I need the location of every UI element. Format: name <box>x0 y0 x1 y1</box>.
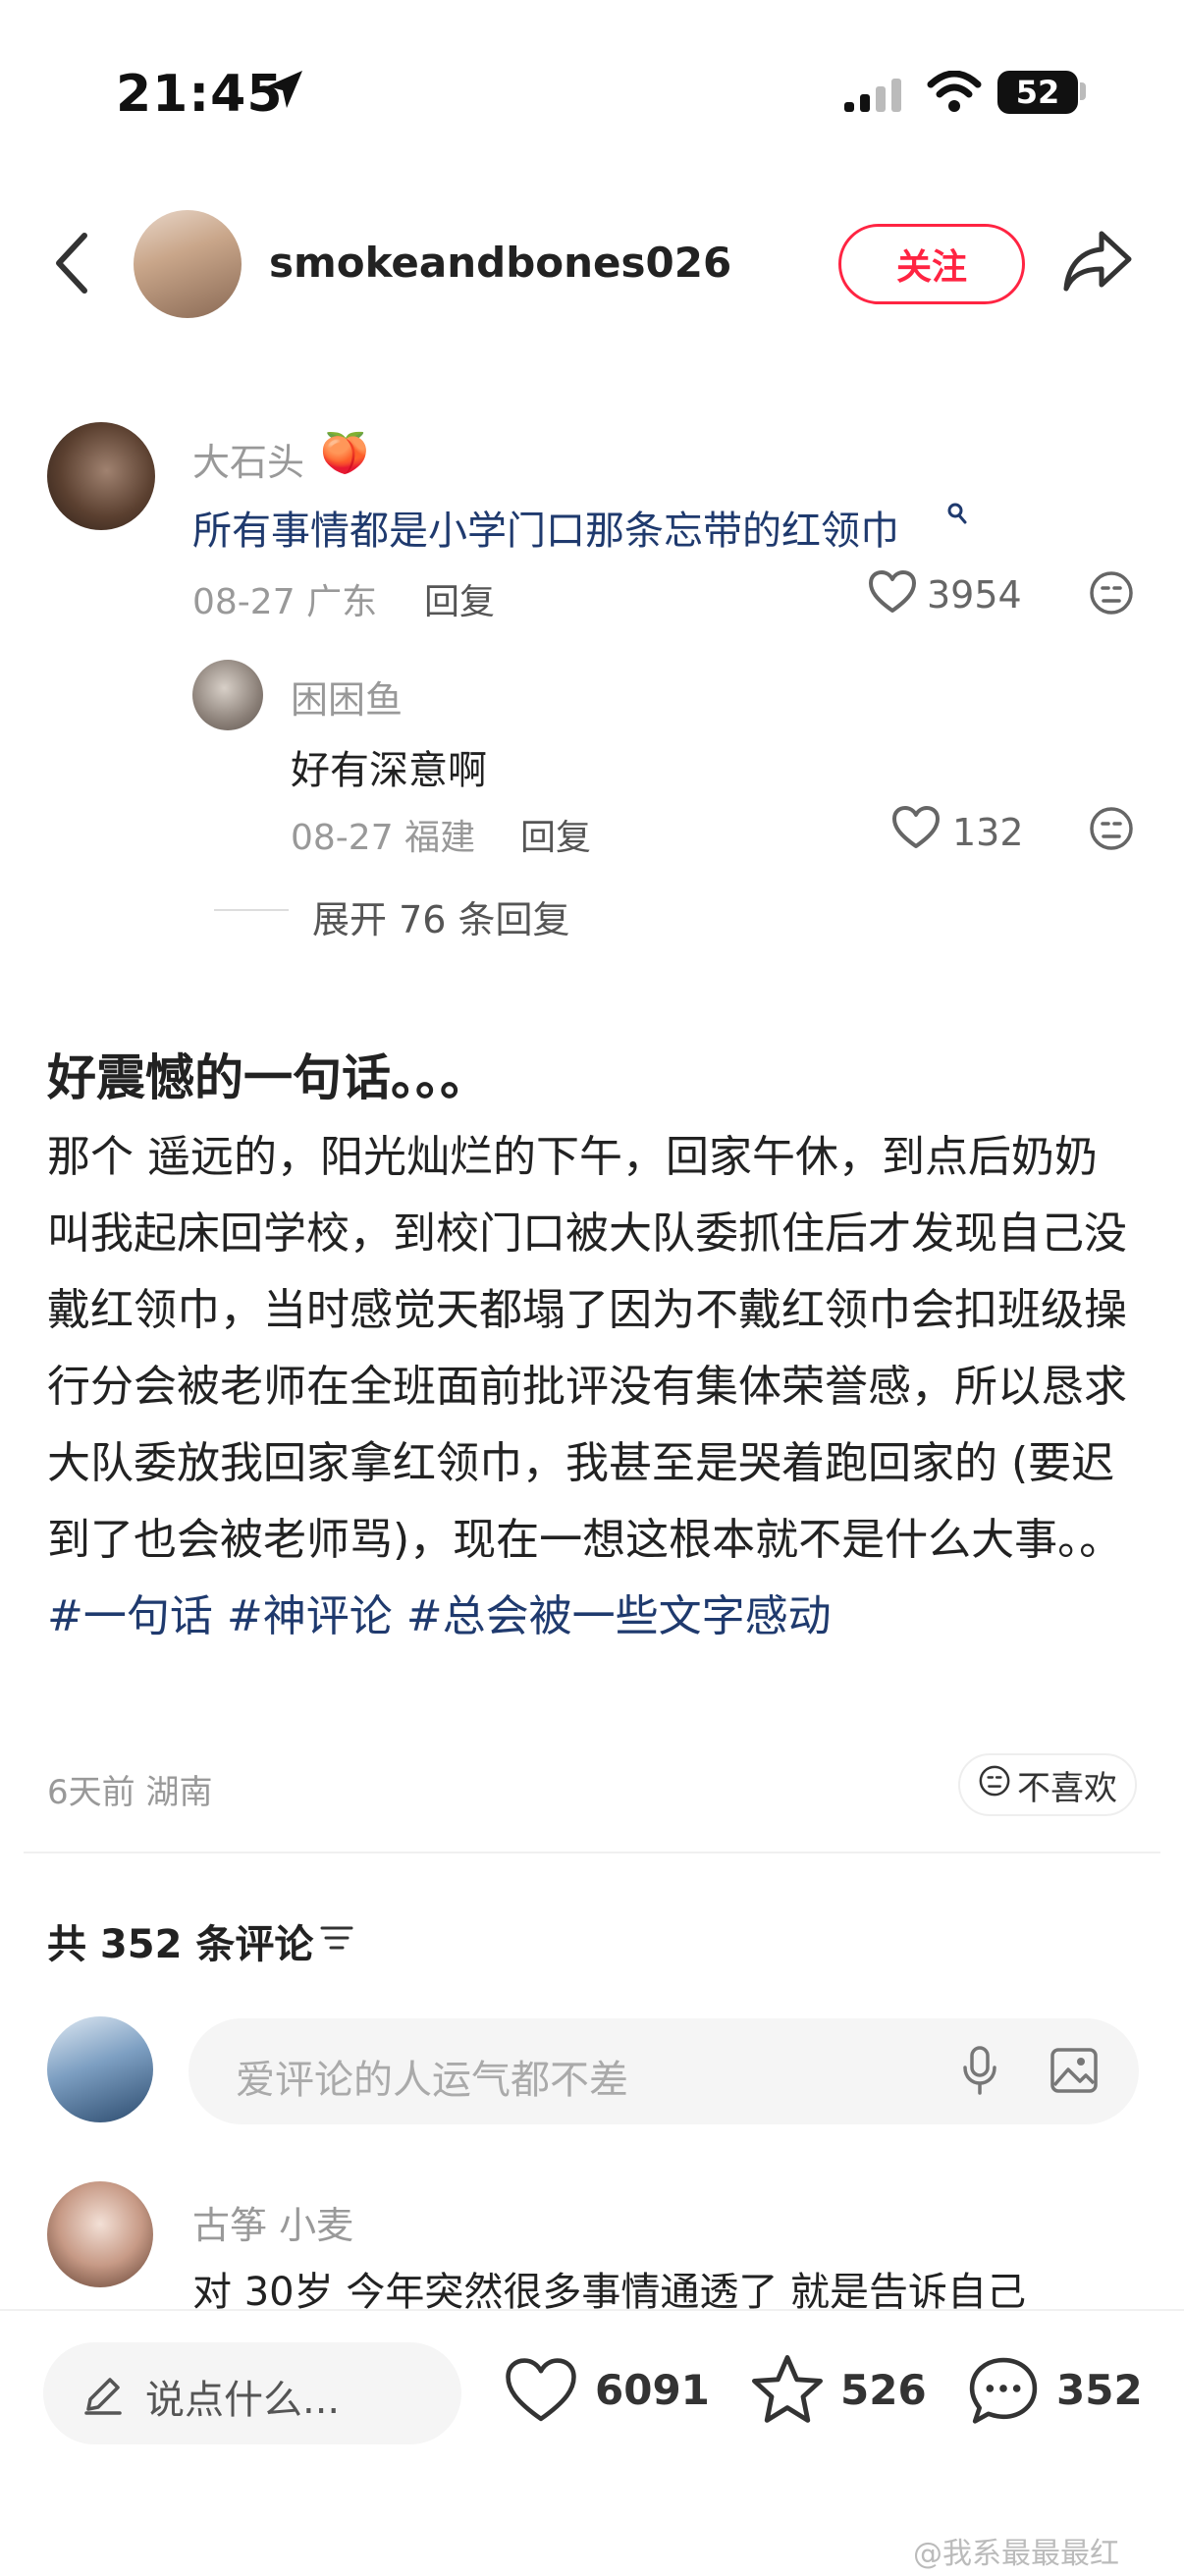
reply-date: 08-27 <box>291 818 394 858</box>
collect-count: 526 <box>840 2366 927 2414</box>
dislike-label: 不喜欢 <box>1017 1768 1117 1808</box>
like-heart-icon[interactable] <box>503 2356 579 2429</box>
author-username[interactable]: smokeandbones026 <box>269 239 731 287</box>
comment-meta: 08-27 广东 <box>192 573 377 624</box>
author-avatar[interactable] <box>134 210 242 318</box>
battery-indicator: 52 <box>997 71 1078 114</box>
post-location: 湖南 <box>145 1773 213 1812</box>
commenter-name[interactable]: 大石头 <box>192 432 304 486</box>
heart-icon[interactable] <box>868 569 917 618</box>
post-hashtags[interactable]: #一句话 #神评论 #总会被一些文字感动 <box>47 1591 832 1641</box>
expand-divider <box>214 909 289 911</box>
reply-button[interactable]: 回复 <box>520 809 591 860</box>
heart-icon[interactable] <box>891 805 941 854</box>
like-count: 6091 <box>595 2366 710 2414</box>
cellular-signal-icon <box>844 79 907 118</box>
share-icon[interactable] <box>1062 228 1133 298</box>
image-icon[interactable] <box>1049 2046 1100 2099</box>
reply-author-name[interactable]: 困困鱼 <box>291 670 403 724</box>
reply-location: 福建 <box>404 818 476 858</box>
location-arrow-icon <box>265 69 304 116</box>
battery-tip <box>1080 82 1086 100</box>
comment-text[interactable]: 所有事情都是小学门口那条忘带的红领巾 <box>192 499 899 556</box>
comment-like-count: 3954 <box>927 573 1022 617</box>
post-body: 那个 遥远的，阳光灿烂的下午，回家午休，到点后奶奶叫我起床回学校，到校门口被大队… <box>47 1119 1139 1655</box>
star-icon[interactable] <box>748 2352 827 2433</box>
search-icon[interactable] <box>946 499 968 533</box>
commenter-avatar[interactable] <box>47 422 155 530</box>
comment-date: 08-27 <box>192 582 296 622</box>
comment-count: 共 352 条评论 <box>47 1922 314 1967</box>
reply-meta: 08-27 福建 <box>291 809 475 860</box>
commenter-avatar[interactable] <box>47 2181 153 2287</box>
dislike-face-icon[interactable] <box>1088 805 1135 856</box>
reply-text[interactable]: 好有深意啊 <box>291 738 487 795</box>
comment-location: 广东 <box>306 582 378 622</box>
wifi-icon <box>927 70 982 118</box>
expand-replies-link[interactable]: 展开 76 条回复 <box>312 889 570 943</box>
pencil-icon <box>81 2372 126 2421</box>
sort-icon[interactable] <box>320 1924 353 1956</box>
dislike-button[interactable]: 不喜欢 <box>958 1753 1137 1816</box>
post-time: 6天前 <box>47 1773 135 1812</box>
commenter-name[interactable]: 古筝 小麦 <box>192 2195 353 2249</box>
comment-input-placeholder[interactable]: 爱评论的人运气都不差 <box>236 2048 628 2105</box>
watermark: @我系最最最红 <box>913 2537 1119 2571</box>
comment-total-count: 352 <box>1056 2366 1143 2414</box>
comment-bubble-icon[interactable] <box>966 2354 1041 2433</box>
dislike-face-icon <box>978 1764 1011 1806</box>
follow-button[interactable]: 关注 <box>838 224 1025 304</box>
post-title: 好震憾的一句话。。。 <box>47 1049 489 1106</box>
section-divider <box>24 1852 1160 1853</box>
post-body-text: 那个 遥远的，阳光灿烂的下午，回家午休，到点后奶奶叫我起床回学校，到校门口被大队… <box>47 1132 1127 1565</box>
say-something-placeholder[interactable]: 说点什么... <box>145 2368 340 2425</box>
back-arrow-icon[interactable] <box>53 232 92 298</box>
reply-like-count: 132 <box>952 811 1024 854</box>
dislike-face-icon[interactable] <box>1088 569 1135 620</box>
reply-button[interactable]: 回复 <box>424 573 495 624</box>
post-meta: 6天前 湖南 <box>47 1765 212 1813</box>
my-avatar[interactable] <box>47 2016 153 2122</box>
reply-avatar[interactable] <box>192 660 263 730</box>
peach-emoji: 🍑 <box>320 431 369 476</box>
microphone-icon[interactable] <box>960 2044 999 2101</box>
status-time: 21:45 <box>116 65 284 124</box>
